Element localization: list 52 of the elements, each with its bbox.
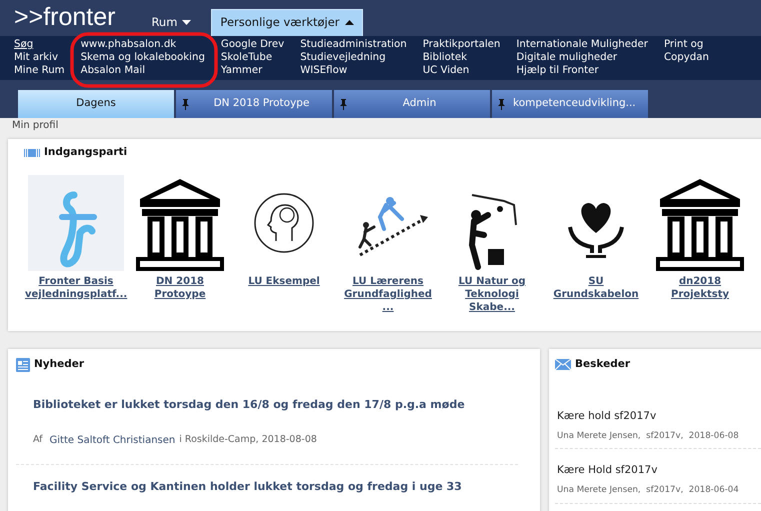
menu-link[interactable]: SkoleTube	[220, 51, 284, 64]
panel-title: Indgangsparti	[44, 145, 128, 160]
menu-link[interactable]: UC Viden	[422, 64, 500, 77]
menu-link[interactable]: Google Drev	[220, 38, 284, 51]
menu-link[interactable]: Studievejledning	[300, 51, 407, 64]
room-link[interactable]: LU Lærerens Grundfaglighed ...	[337, 274, 439, 314]
room-link[interactable]: LU Eksempel	[233, 274, 335, 288]
caret-icon	[182, 20, 192, 25]
menu-link[interactable]: Yammer	[220, 64, 284, 77]
panel-title: Beskeder	[575, 357, 630, 372]
news-title-link[interactable]: Facility Service og Kantinen holder lukket torsdag og fredag i uge 33	[33, 480, 462, 493]
news-icon	[16, 358, 30, 372]
tab[interactable]: DN 2018 Protoype	[176, 90, 332, 118]
fronter-logo[interactable]: >>fronter	[14, 5, 116, 30]
room-link[interactable]: LU Natur og Teknologi Skabe...	[441, 274, 543, 314]
menu-link[interactable]: Bibliotek	[422, 51, 500, 64]
menu-link[interactable]: www.phabsalon.dk	[80, 38, 205, 51]
tab[interactable]: Admin	[334, 90, 490, 118]
message-meta: Una Merete Jensen, sf2017v, 2018-06-04	[557, 484, 740, 498]
byline-label: Af	[33, 433, 43, 448]
message-subject-link[interactable]: Kære hold sf2017v	[557, 408, 761, 424]
menu-link[interactable]: Praktikportalen	[422, 38, 500, 51]
menu-link[interactable]: Digitale muligheder	[516, 51, 648, 64]
news-title-link[interactable]: Biblioteket er lukket torsdag den 16/8 og fredag den 17/8 p.g.a møde	[33, 398, 465, 411]
menu-link[interactable]: Mit arkiv	[14, 51, 65, 64]
menu-link[interactable]: Studieadministration	[300, 38, 407, 51]
menu-link[interactable]: Hjælp til Fronter	[516, 64, 648, 77]
panel-title: Nyheder	[34, 357, 84, 372]
menu-link[interactable]: Søg	[14, 38, 65, 51]
menu-button[interactable]: Rum	[143, 10, 200, 36]
menu-link[interactable]: Internationale Muligheder	[516, 38, 648, 51]
menu-link[interactable]: WISEflow	[300, 64, 407, 77]
byline-text: i Roskilde-Camp, 2018-08-08	[179, 433, 317, 448]
barcode-icon	[24, 148, 40, 158]
message-meta: Una Merete Jensen, sf2017v, 2018-06-08	[557, 430, 740, 442]
envelope-icon	[555, 359, 571, 370]
room-link[interactable]: Fronter Basis vejledningsplatf...	[25, 274, 127, 301]
tab[interactable]: kompetenceudvikling...	[492, 90, 648, 118]
menu-link[interactable]: Absalon Mail	[80, 64, 205, 77]
caret-icon	[344, 20, 354, 25]
room-link[interactable]: DN 2018 Protoype	[129, 274, 231, 301]
message-subject-link[interactable]: Kære Hold sf2017v	[557, 463, 761, 480]
menu-link[interactable]: Skema og lokalebooking	[80, 51, 205, 64]
tab[interactable]: Dagens	[18, 90, 174, 118]
profile-link[interactable]: Min profil	[0, 118, 58, 131]
room-link[interactable]: dn2018 Projektsty	[649, 274, 751, 301]
menu-link[interactable]: Print og	[664, 38, 709, 51]
menu-link[interactable]: Mine Rum	[14, 64, 65, 77]
room-link[interactable]: SU Grundskabelon	[545, 274, 647, 301]
author-link[interactable]: Gitte Saltoft Christiansen	[50, 433, 176, 448]
menu-link[interactable]: Copydan	[664, 51, 709, 64]
menu-button[interactable]: Personlige værktøjer	[211, 8, 363, 36]
